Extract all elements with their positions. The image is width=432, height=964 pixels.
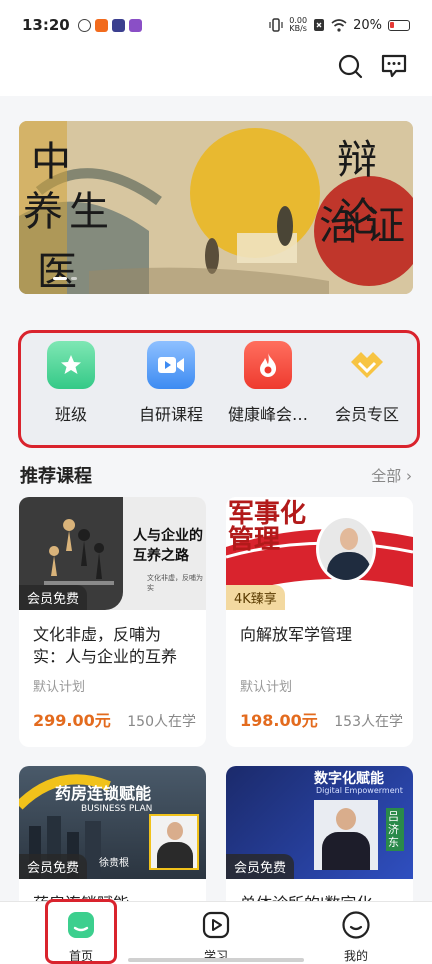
chevron-right-icon: › — [406, 466, 412, 485]
app-notification-icon — [77, 18, 91, 32]
course-learners: 153人在学 — [334, 714, 403, 730]
member-free-badge: 会员免费 — [19, 585, 88, 610]
instructor-photo — [316, 515, 376, 583]
quick-entry-label: 健康峰会… — [227, 405, 308, 424]
banner-title-left-mid: 养生 — [23, 189, 115, 235]
quick-entry-class[interactable]: 班级 — [21, 341, 121, 425]
wifi-icon — [331, 18, 347, 32]
instructor-photo — [314, 800, 378, 870]
quick-entry-label: 班级 — [54, 405, 87, 424]
promo-banner[interactable]: 中 养生 医 辩论 治证 — [19, 121, 413, 294]
top-action-bar — [0, 50, 432, 96]
banner-pagination[interactable] — [53, 277, 77, 280]
notification-icons — [77, 18, 142, 32]
view-all-label: 全部 — [371, 466, 402, 485]
member-free-badge: 会员免费 — [19, 854, 88, 879]
instructor-photo — [149, 814, 199, 870]
thumb-subtitle: 文化非虚，反哺为实 — [147, 574, 203, 592]
app-notification-icon — [94, 18, 108, 32]
course-thumbnail: 军事化管理 4K臻享 — [226, 497, 413, 610]
banner-dot — [53, 277, 67, 280]
quick-entry-panel: 班级 自研课程 健康峰会… 会员专区 — [18, 330, 420, 448]
banner-title-right-bottom: 治证 — [319, 203, 411, 249]
course-card[interactable]: 人与企业的 互养之路 文化非虚，反哺为实 会员免费 文化非虚，反哺为实：人与企业… — [19, 497, 206, 747]
flame-icon — [244, 341, 292, 389]
network-speed: 0.00 KB/s — [289, 17, 307, 33]
status-right: 0.00 KB/s 20% — [269, 17, 410, 33]
gesture-home-indicator[interactable] — [128, 958, 304, 962]
course-thumbnail: 药房连锁赋能 BUSINESS PLAN 徐贵根 会员免费 — [19, 766, 206, 879]
recommended-courses-header: 推荐课程 全部 › — [20, 461, 412, 489]
4k-badge: 4K臻享 — [226, 585, 285, 610]
instructor-name: 徐贵根 — [99, 858, 129, 869]
instructor-name: 吕济东 — [386, 808, 404, 851]
quick-entry-member-zone[interactable]: 会员专区 — [317, 341, 417, 425]
quick-entry-self-courses[interactable]: 自研课程 — [121, 341, 221, 425]
quick-entry-label: 自研课程 — [138, 405, 203, 424]
battery-percent: 20% — [353, 17, 382, 33]
thumb-subtitle: BUSINESS PLAN — [81, 804, 153, 814]
app-notification-icon — [111, 18, 125, 32]
course-learners: 150人在学 — [127, 714, 196, 730]
thumb-subtitle: Digital Empowerment — [316, 786, 403, 795]
thumb-heading: 军事化管理 — [228, 499, 307, 555]
course-footer: 198.00元 153人在学 — [240, 707, 403, 731]
battery-icon — [388, 19, 410, 31]
course-title: 向解放军学管理 — [240, 625, 353, 644]
course-price: 198.00元 — [240, 711, 318, 730]
view-all-link[interactable]: 全部 › — [371, 465, 412, 486]
chess-pieces-image — [44, 519, 114, 585]
app-notification-icon — [128, 18, 142, 32]
course-footer: 299.00元 150人在学 — [33, 707, 196, 731]
member-badge-icon — [343, 341, 391, 389]
course-card[interactable]: 军事化管理 4K臻享 向解放军学管理 默认计划 198.00元 153人在学 — [226, 497, 413, 747]
class-star-icon — [47, 341, 95, 389]
quick-entry-health-summit[interactable]: 健康峰会… — [218, 341, 318, 425]
nav-tab-study[interactable]: 学习 — [176, 910, 256, 964]
video-camera-icon — [147, 341, 195, 389]
no-sim-icon — [314, 19, 325, 31]
home-tab-highlight — [45, 899, 117, 964]
course-price: 299.00元 — [33, 711, 111, 730]
banner-dot — [71, 277, 77, 280]
thumb-heading-line2: 互养之路 — [133, 548, 189, 564]
nav-label: 我的 — [343, 949, 368, 963]
section-title: 推荐课程 — [20, 466, 92, 487]
thumb-heading-line1: 人与企业的 — [133, 528, 203, 544]
status-bar: 13:20 0.00 KB/s 20% — [0, 0, 432, 50]
status-time: 13:20 — [22, 16, 70, 34]
course-thumbnail: 数字化赋能 Digital Empowerment 吕济东 会员免费 — [226, 766, 413, 879]
quick-entry-label: 会员专区 — [334, 405, 399, 424]
member-free-badge: 会员免费 — [226, 854, 295, 879]
course-plan: 默认计划 — [33, 680, 86, 695]
search-icon[interactable] — [336, 52, 364, 80]
course-thumbnail: 人与企业的 互养之路 文化非虚，反哺为实 会员免费 — [19, 497, 206, 610]
message-icon[interactable] — [380, 52, 408, 80]
course-title: 文化非虚，反哺为实：人与企业的互养之路 — [33, 625, 178, 670]
play-icon — [202, 911, 230, 939]
banner-title-left-bottom: 医 — [37, 249, 77, 294]
profile-smile-icon — [342, 911, 370, 939]
net-speed-unit: KB/s — [289, 24, 307, 33]
thumb-heading: 药房连锁赋能 — [55, 784, 152, 803]
course-plan: 默认计划 — [240, 680, 293, 695]
thumb-heading: 数字化赋能 — [314, 771, 384, 787]
nav-tab-profile[interactable]: 我的 — [316, 910, 396, 964]
vibrate-icon — [269, 18, 283, 32]
